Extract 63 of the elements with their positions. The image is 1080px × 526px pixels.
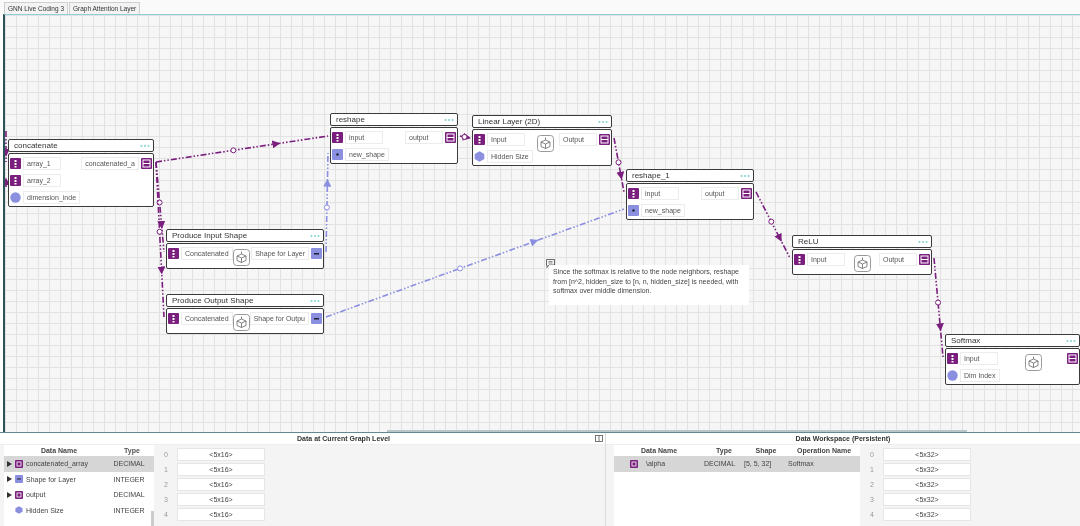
hexagon-port-icon — [15, 506, 23, 515]
shape-port-icon[interactable] — [628, 204, 639, 216]
tensor-port-icon[interactable] — [10, 174, 21, 186]
comment-icon[interactable] — [546, 259, 555, 268]
tensor-port-icon[interactable] — [168, 312, 179, 324]
node-header[interactable]: Produce Output Shape — [166, 294, 324, 307]
node-title: concatenate — [14, 141, 58, 150]
scrollbar[interactable] — [387, 430, 967, 432]
shape-port-icon[interactable] — [311, 312, 322, 324]
tensor-port-icon[interactable] — [332, 131, 343, 143]
shape-port-icon[interactable] — [332, 148, 343, 160]
package-icon — [232, 314, 250, 331]
node-header[interactable]: Softmax — [945, 334, 1080, 347]
package-icon — [537, 135, 555, 152]
node-title: Linear Layer (2D) — [478, 117, 541, 126]
scrollbar[interactable] — [151, 511, 154, 526]
tensor-port-icon[interactable] — [947, 352, 958, 364]
connector[interactable] — [933, 257, 944, 358]
matrix-port-icon[interactable] — [445, 131, 456, 143]
tensor-port-icon[interactable] — [794, 253, 805, 265]
connector[interactable] — [155, 135, 329, 163]
node-header[interactable]: concatenate — [8, 139, 154, 152]
expand-icon[interactable] — [7, 476, 12, 483]
package-icon — [233, 249, 251, 266]
hexagon-port-icon[interactable] — [474, 150, 485, 162]
tensor-port-icon[interactable] — [10, 157, 21, 169]
connector[interactable] — [155, 161, 165, 318]
panel-toggle-icon[interactable] — [595, 435, 603, 442]
matrix-port-icon — [630, 459, 638, 468]
node-header[interactable]: reshape — [330, 113, 458, 126]
connector[interactable] — [613, 137, 625, 193]
tensor-port-icon[interactable] — [628, 187, 639, 199]
matrix-port-icon[interactable] — [1067, 352, 1078, 364]
node-title: reshape — [336, 115, 365, 124]
matrix-port-icon — [15, 459, 23, 468]
connector[interactable] — [755, 191, 791, 259]
circle-port-icon[interactable] — [947, 369, 958, 381]
node-title: Produce Output Shape — [172, 296, 254, 305]
node-header[interactable]: reshape_1 — [626, 169, 754, 182]
package-icon — [853, 255, 871, 272]
expand-icon[interactable] — [7, 460, 12, 467]
node-header[interactable]: Linear Layer (2D) — [472, 115, 612, 128]
node-title: Produce Input Shape — [172, 231, 248, 240]
tensor-port-icon[interactable] — [168, 247, 179, 259]
matrix-port-icon[interactable] — [741, 187, 752, 199]
shape-port-icon[interactable] — [311, 247, 322, 259]
shape-port-icon — [15, 475, 23, 484]
tensor-port-icon[interactable] — [474, 133, 485, 145]
matrix-port-icon[interactable] — [919, 253, 930, 265]
matrix-port-icon[interactable] — [599, 133, 610, 145]
connector[interactable] — [459, 133, 471, 141]
node-header[interactable]: ReLU — [792, 235, 932, 248]
package-icon — [1024, 354, 1042, 371]
node-title: ReLU — [798, 237, 819, 246]
connector[interactable] — [323, 152, 331, 253]
matrix-port-icon[interactable] — [141, 157, 152, 169]
node-title: reshape_1 — [632, 171, 670, 180]
node-title: Softmax — [951, 336, 981, 345]
expand-icon[interactable] — [7, 491, 12, 498]
connector[interactable] — [5, 177, 8, 188]
matrix-port-icon — [15, 490, 23, 499]
node-header[interactable]: Produce Input Shape — [166, 229, 324, 242]
connector[interactable] — [5, 130, 9, 163]
